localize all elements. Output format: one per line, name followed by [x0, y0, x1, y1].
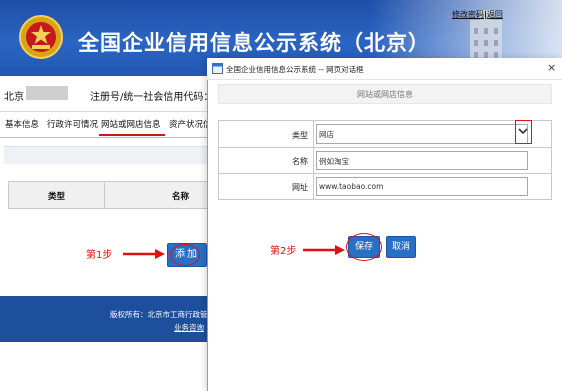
table-header-name: 名称 [172, 192, 190, 202]
top-links: 修改密码|返回 [452, 9, 503, 20]
active-tab-indicator [99, 134, 165, 136]
tab-asset-status[interactable]: 资产状况信 [169, 118, 212, 130]
arrow-right-icon [123, 249, 165, 259]
redacted-company-name [26, 86, 68, 100]
close-icon[interactable]: × [547, 61, 556, 74]
national-emblem-icon [19, 15, 63, 59]
city-label: 北京 [4, 92, 24, 103]
add-button-highlight [170, 244, 200, 266]
web-dialog [207, 58, 562, 391]
page-title: 全国企业信用信息公示系统（北京） [78, 31, 430, 55]
dialog-heading: 网站或网店信息 [357, 90, 413, 99]
tab-admin-license[interactable]: 行政许可情况 [47, 118, 98, 130]
registration-label: 注册号/统一社会信用代码：1 [90, 92, 220, 103]
step2-annotation: 第2步 [270, 246, 297, 257]
change-password-link[interactable]: 修改密码 [452, 10, 484, 19]
url-label: 网址 [292, 183, 308, 192]
type-label: 类型 [292, 131, 308, 140]
type-select-dropdown[interactable] [515, 120, 532, 144]
type-select-value: 网店 [319, 130, 334, 139]
save-button-highlight [346, 233, 382, 261]
form-column-divider [313, 120, 314, 200]
footer-link[interactable]: 业务咨询 [174, 322, 204, 333]
page: 全国企业信用信息公示系统（北京） 修改密码|返回 北京 注册号/统一社会信用代码… [0, 0, 562, 391]
chevron-down-icon [518, 128, 528, 135]
tab-website-info[interactable]: 网站或网店信息 [101, 118, 161, 130]
arrow-right-icon [303, 245, 345, 255]
section-strip [4, 146, 208, 164]
table-header-type: 类型 [48, 192, 66, 202]
name-field-value: 例如淘宝 [319, 157, 349, 166]
return-link[interactable]: 返回 [487, 10, 503, 19]
step1-annotation: 第1步 [86, 250, 113, 261]
tab-basic-info[interactable]: 基本信息 [5, 118, 39, 130]
cancel-button[interactable]: 取消 [386, 236, 416, 258]
form-row-divider [218, 173, 552, 174]
name-label: 名称 [292, 157, 308, 166]
footer-copyright: 版权所有：北京市工商行政管理 [110, 310, 215, 319]
table-column-divider [104, 181, 105, 209]
form-row-divider [218, 147, 552, 148]
tab-divider [0, 137, 212, 138]
type-select[interactable] [316, 124, 528, 144]
url-field-value: www.taobao.com [319, 182, 384, 191]
dialog-title: 全国企业信用信息公示系统 -- 网页对话框 [226, 65, 364, 74]
dialog-window-icon [212, 63, 223, 74]
